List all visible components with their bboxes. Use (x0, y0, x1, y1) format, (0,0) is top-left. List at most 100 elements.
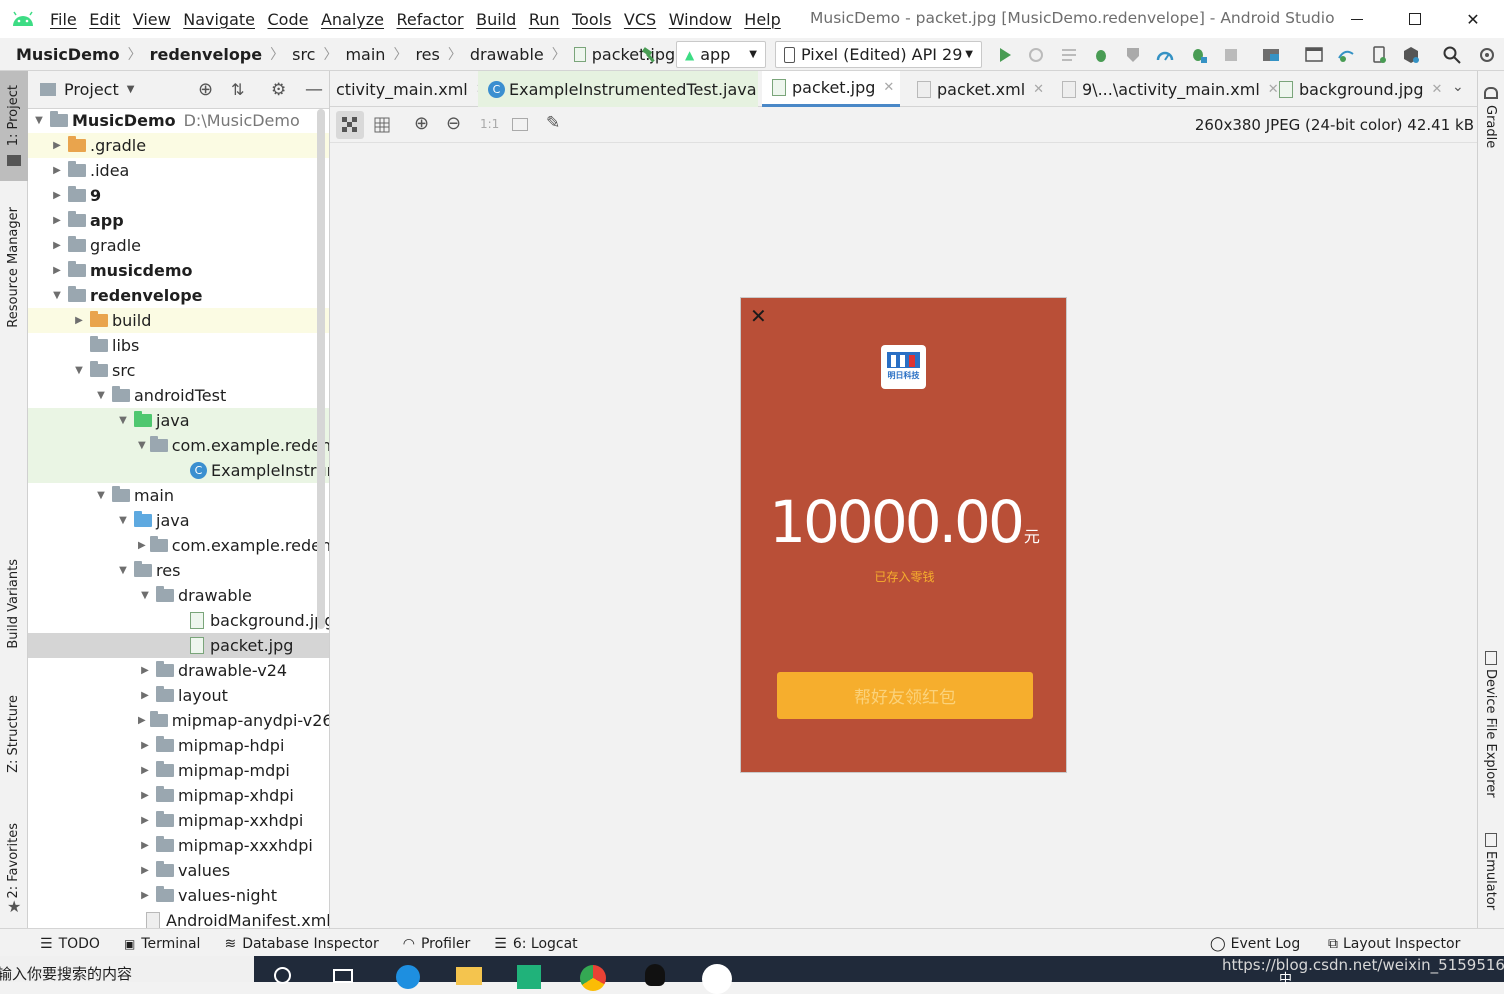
project-structure-icon[interactable] (1262, 46, 1280, 64)
menu-file[interactable]: File (50, 10, 77, 29)
tab-packet-jpg[interactable]: packet.jpg ✕ (762, 71, 900, 107)
tree-item[interactable]: ▶ values-night (28, 883, 329, 908)
menu-edit[interactable]: Edit (89, 10, 120, 29)
layout-inspector-tab[interactable]: ⧉ Layout Inspector (1328, 936, 1460, 952)
run-config-select[interactable]: ▲ app ▼ (676, 41, 766, 68)
tree-item[interactable]: ▶ layout (28, 683, 329, 708)
sync-gradle-icon[interactable] (1337, 46, 1355, 64)
menu-tools[interactable]: Tools (572, 10, 611, 29)
project-tool-tab[interactable]: 1: Project (0, 71, 28, 181)
logcat-tab[interactable]: ☰ 6: Logcat (494, 936, 577, 952)
tree-item[interactable]: ▼ java (28, 508, 329, 533)
breadcrumb-item[interactable]: main (345, 45, 385, 64)
tree-item[interactable]: ▶ .gradle (28, 133, 329, 158)
edge-browser-icon[interactable] (396, 965, 420, 989)
menu-window[interactable]: Window (669, 10, 732, 29)
tree-item[interactable]: ▶ app (28, 208, 329, 233)
scrollbar[interactable] (317, 109, 325, 629)
tree-item[interactable]: ▶ musicdemo (28, 258, 329, 283)
tree-item[interactable]: ▶ com.example.reden (28, 533, 329, 558)
tree-item[interactable]: libs (28, 333, 329, 358)
chessboard-toggle[interactable] (336, 111, 364, 139)
debug-icon[interactable] (1092, 46, 1110, 64)
device-file-explorer-tab[interactable]: Device File Explorer (1483, 669, 1498, 798)
tree-item[interactable]: ▶ mipmap-xxxhdpi (28, 833, 329, 858)
hide-panel-icon[interactable]: — (305, 79, 323, 100)
database-inspector-tab[interactable]: ≋ Database Inspector (224, 936, 378, 952)
menu-view[interactable]: View (133, 10, 171, 29)
tree-item[interactable]: ▶ values (28, 858, 329, 883)
chevron-down-icon[interactable]: ▼ (127, 84, 135, 95)
device-manager-icon[interactable] (1305, 46, 1323, 64)
menu-help[interactable]: Help (744, 10, 780, 29)
gradle-tab[interactable]: Gradle (1483, 105, 1498, 148)
profile-icon[interactable] (1156, 46, 1174, 64)
tree-item[interactable]: AndroidManifest.xml (28, 908, 329, 928)
tree-item[interactable]: CExampleInstrume (28, 458, 329, 483)
menu-build[interactable]: Build (476, 10, 516, 29)
tree-item[interactable]: ▶ mipmap-anydpi-v26 (28, 708, 329, 733)
tree-item[interactable]: ▶ gradle (28, 233, 329, 258)
tab-packet-xml[interactable]: packet.xml ✕ (905, 71, 1045, 107)
breadcrumb-item[interactable]: packet.jpg (592, 45, 675, 64)
color-picker-icon[interactable]: ✎ (546, 113, 560, 133)
fit-zoom-icon[interactable] (512, 118, 528, 131)
todo-tab[interactable]: ☰ TODO (40, 936, 100, 952)
chrome-icon[interactable] (580, 965, 606, 991)
avd-manager-icon[interactable] (1370, 46, 1388, 64)
apply-changes-icon[interactable] (1027, 46, 1045, 64)
structure-tab[interactable]: Z: Structure (6, 695, 21, 773)
hammer-icon[interactable] (641, 46, 659, 64)
maximize-button[interactable] (1386, 0, 1444, 38)
tree-item[interactable]: ▼ main (28, 483, 329, 508)
actual-size-button[interactable]: 1:1 (480, 117, 499, 131)
tab-activity-main-xml[interactable]: ctivity_main.xml✕ (330, 71, 487, 107)
grid-icon[interactable] (374, 117, 390, 133)
terminal-tab[interactable]: ▣ Terminal (124, 936, 201, 952)
tree-item[interactable]: ▼ src (28, 358, 329, 383)
zoom-in-icon[interactable]: ⊕ (414, 113, 429, 134)
favorites-tab[interactable]: 2: Favorites (6, 823, 21, 899)
breadcrumb-item[interactable]: src (292, 45, 315, 64)
sdk-manager-icon[interactable] (1402, 46, 1420, 64)
tree-item[interactable]: ▶ drawable-v24 (28, 658, 329, 683)
android-studio-task-icon[interactable] (702, 964, 732, 994)
locate-file-icon[interactable]: ⊕ (198, 79, 213, 100)
close-icon[interactable]: ✕ (1033, 82, 1044, 97)
project-view-select[interactable]: Project (64, 80, 119, 99)
collapse-all-icon[interactable]: ⇅ (231, 80, 244, 99)
breadcrumb-item[interactable]: redenvelope (150, 45, 263, 64)
menu-analyze[interactable]: Analyze (321, 10, 384, 29)
profiler-tab[interactable]: ◠ Profiler (403, 936, 471, 952)
tree-item[interactable]: background.jpg (28, 608, 329, 633)
coverage-icon[interactable] (1124, 46, 1142, 64)
breadcrumb-item[interactable]: drawable (470, 45, 544, 64)
tree-item[interactable]: ▼ com.example.reden (28, 433, 329, 458)
breadcrumb-item[interactable]: res (415, 45, 439, 64)
close-icon[interactable]: ✕ (883, 80, 894, 95)
tab-example-instrumented-test[interactable]: CExampleInstrumentedTest.java✕ (478, 71, 775, 107)
tabs-overflow-chevron-icon[interactable]: ⌄ (1452, 79, 1464, 95)
file-explorer-icon[interactable] (456, 967, 482, 985)
menu-run[interactable]: Run (529, 10, 560, 29)
attach-debugger-icon[interactable] (1190, 46, 1208, 64)
tree-item[interactable]: ▶ build (28, 308, 329, 333)
build-variants-tab[interactable]: Build Variants (6, 559, 21, 649)
menu-navigate[interactable]: Navigate (183, 10, 255, 29)
zoom-out-icon[interactable]: ⊖ (446, 113, 461, 134)
apply-code-changes-icon[interactable] (1060, 46, 1078, 64)
tree-item[interactable]: ▼ drawable (28, 583, 329, 608)
breadcrumb-item[interactable]: MusicDemo (16, 45, 120, 64)
tree-item[interactable]: ▼ res (28, 558, 329, 583)
tab-background-jpg[interactable]: background.jpg ✕ (1267, 71, 1442, 107)
close-icon[interactable]: ✕ (1431, 82, 1442, 97)
cortana-icon[interactable] (274, 967, 291, 984)
qq-icon[interactable] (645, 964, 665, 986)
pycharm-icon[interactable] (517, 965, 541, 989)
minimize-button[interactable] (1328, 0, 1386, 38)
device-select[interactable]: Pixel (Edited) API 29 ▼ (775, 41, 982, 68)
event-log-tab[interactable]: ◯ Event Log (1210, 936, 1300, 952)
tree-root[interactable]: ▼ MusicDemo D:\MusicDemo (28, 108, 329, 133)
emulator-tab[interactable]: Emulator (1483, 851, 1498, 910)
tab-activity-main-xml-9[interactable]: 9\...\activity_main.xml ✕ (1050, 71, 1279, 107)
